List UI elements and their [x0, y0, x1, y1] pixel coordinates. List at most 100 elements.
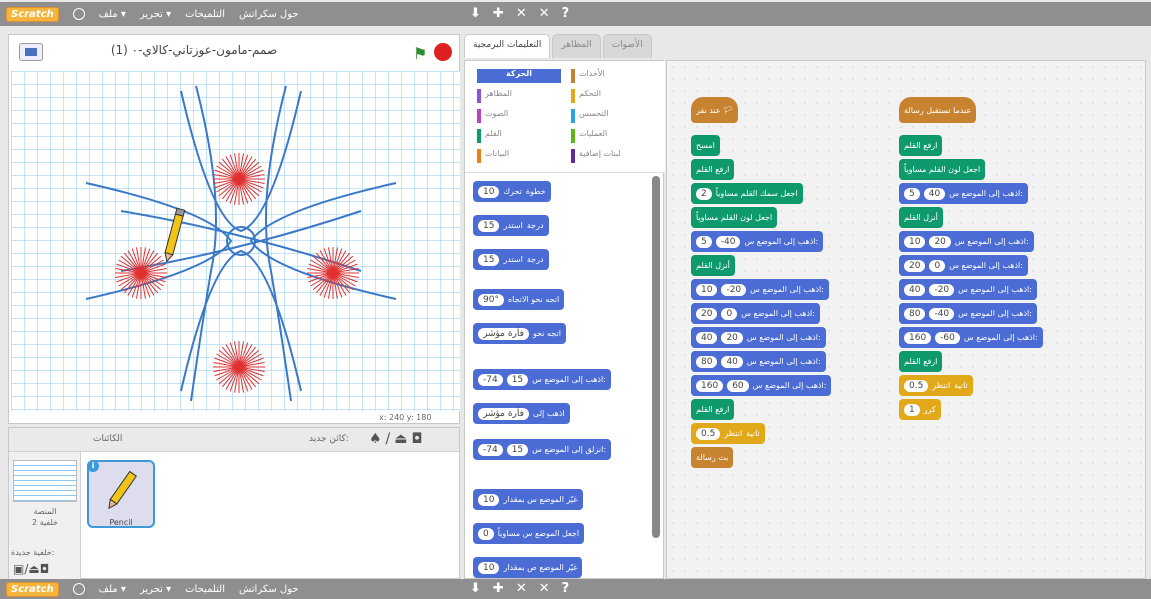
- new-backdrop-icons[interactable]: ▣/⏏◘: [13, 562, 49, 576]
- block-input[interactable]: فأرة مؤشر: [478, 407, 529, 420]
- category-1[interactable]: الحركة: [477, 69, 561, 83]
- category-3[interactable]: المظاهر: [477, 89, 561, 103]
- code-block[interactable]: امسح: [691, 135, 720, 156]
- code-block[interactable]: ارفع القلم: [691, 399, 735, 420]
- fullscreen-button[interactable]: [19, 43, 43, 61]
- code-block[interactable]: 80 40 اذهب إلى الموضع س:: [691, 351, 826, 372]
- code-block[interactable]: 1 كرر: [899, 399, 941, 420]
- code-block[interactable]: 10 -20 اذهب إلى الموضع س:: [691, 279, 829, 300]
- code-block[interactable]: 5 40 اذهب إلى الموضع س:: [899, 183, 1028, 204]
- block-input[interactable]: -20: [721, 283, 747, 296]
- menu-tips[interactable]: التلميحات: [185, 9, 225, 20]
- category-4[interactable]: التحسس: [571, 109, 655, 123]
- code-block[interactable]: 20 0 اذهب إلى الموضع س:: [691, 303, 820, 324]
- tab-sounds[interactable]: الأصوات: [602, 34, 652, 58]
- category-6[interactable]: العمليات: [571, 129, 655, 143]
- block-input[interactable]: 160: [904, 331, 932, 344]
- block-input[interactable]: 40: [923, 187, 946, 200]
- block-input[interactable]: 60: [727, 379, 749, 392]
- menu-edit[interactable]: تحرير ▾: [140, 9, 171, 20]
- code-block[interactable]: ارفع القلم: [899, 351, 943, 372]
- block-input[interactable]: 5: [904, 187, 920, 200]
- block-input[interactable]: 0: [721, 307, 738, 320]
- code-block[interactable]: 160 -60 اذهب إلى الموضع س:: [899, 327, 1043, 348]
- block-input[interactable]: 0: [478, 527, 494, 540]
- block-input[interactable]: 15: [478, 253, 500, 266]
- globe-icon-bottom[interactable]: [72, 583, 85, 595]
- code-block[interactable]: 10 غيّر الموضع س بمقدار: [473, 489, 583, 510]
- block-input[interactable]: -40: [715, 235, 741, 248]
- block-input[interactable]: -74: [478, 443, 503, 456]
- code-block[interactable]: 20 0 اذهب إلى الموضع س:: [899, 255, 1028, 276]
- block-input[interactable]: 0: [929, 259, 946, 272]
- category-2[interactable]: التحكم: [571, 89, 655, 103]
- block-input[interactable]: -74: [478, 373, 503, 386]
- code-block[interactable]: 2 اجعل سمك القلم مساوياً: [691, 183, 803, 204]
- menu-about[interactable]: حول سكراتش: [239, 9, 299, 20]
- block-input[interactable]: 0.5: [904, 379, 929, 392]
- block-input[interactable]: 15: [478, 219, 500, 232]
- code-block[interactable]: اجعل لون القلم مساوياً: [691, 207, 778, 228]
- code-block[interactable]: 160 60 اذهب إلى الموضع س:: [691, 375, 832, 396]
- code-block[interactable]: ارفع القلم: [899, 135, 943, 156]
- shrink-icon[interactable]: ✕: [539, 6, 550, 21]
- block-input[interactable]: 80: [904, 307, 926, 320]
- code-block[interactable]: 10 تحرك خطوة: [473, 181, 551, 202]
- category-0[interactable]: الأحداث: [571, 69, 655, 83]
- menu-file-bottom[interactable]: ملف ▾: [99, 584, 126, 595]
- category-5[interactable]: الصوت: [477, 109, 561, 123]
- block-input[interactable]: 20: [721, 331, 743, 344]
- block-input[interactable]: 40: [721, 355, 743, 368]
- code-block[interactable]: عند نقر 🏳: [691, 97, 739, 123]
- block-input[interactable]: 160: [696, 379, 724, 392]
- cut-icon-bottom[interactable]: ✚: [493, 581, 504, 596]
- block-input[interactable]: 1: [904, 403, 920, 416]
- block-input[interactable]: 40: [696, 331, 718, 344]
- code-block[interactable]: بث رسالة: [691, 447, 734, 468]
- block-input[interactable]: 20: [696, 307, 718, 320]
- code-block[interactable]: عندما تستقبل رسالة: [899, 97, 977, 123]
- block-input[interactable]: 20: [904, 259, 926, 272]
- cut-icon[interactable]: ✚: [493, 6, 504, 21]
- code-block[interactable]: 10 غيّر الموضع ص بمقدار: [473, 557, 583, 578]
- code-block[interactable]: 40 -20 اذهب إلى الموضع س:: [899, 279, 1037, 300]
- code-block[interactable]: أنزل القلم: [691, 255, 735, 276]
- code-block[interactable]: 15 استدر درجة: [473, 215, 549, 236]
- shrink-icon-bottom[interactable]: ✕: [539, 581, 550, 596]
- globe-icon[interactable]: [72, 8, 85, 20]
- code-block[interactable]: -74 15 اذهب إلى الموضع س:: [473, 369, 611, 390]
- duplicate-icon-bottom[interactable]: ⬇: [470, 581, 481, 596]
- block-input[interactable]: فأرة مؤشر: [478, 327, 529, 340]
- code-block[interactable]: 15 استدر درجة: [473, 249, 549, 270]
- sprite-pencil-tile[interactable]: i Pencil: [87, 460, 155, 528]
- new-sprite-icons[interactable]: ♠/⏏◘: [369, 431, 427, 447]
- grow-icon-bottom[interactable]: ✕: [516, 581, 527, 596]
- block-input[interactable]: 15: [506, 443, 529, 456]
- block-input[interactable]: 10: [478, 561, 500, 574]
- block-input[interactable]: -60: [935, 331, 960, 344]
- project-title[interactable]: (1) صمم-مامون-عوزتاني-كالاي-٠: [69, 43, 319, 57]
- code-block[interactable]: أنزل القلم: [899, 207, 943, 228]
- scratch-logo[interactable]: Scratch: [6, 6, 59, 22]
- code-block[interactable]: 0.5 انتظر ثانية: [691, 423, 765, 444]
- green-flag-icon[interactable]: ⚑: [413, 44, 427, 63]
- block-input[interactable]: 10: [478, 493, 500, 506]
- duplicate-icon[interactable]: ⬇: [470, 6, 481, 21]
- block-input[interactable]: 40: [904, 283, 926, 296]
- code-block[interactable]: اجعل لون القلم مساوياً: [899, 159, 986, 180]
- category-7[interactable]: القلم: [477, 129, 561, 143]
- block-input[interactable]: 0.5: [696, 427, 721, 440]
- block-input[interactable]: 20: [929, 235, 951, 248]
- stage-thumbnail[interactable]: المنصة خلفية 2 خلفية جديدة: ▣/⏏◘: [9, 452, 81, 580]
- code-block[interactable]: 40 20 اذهب إلى الموضع س:: [691, 327, 826, 348]
- block-input[interactable]: 15: [506, 373, 529, 386]
- category-8[interactable]: لبنات إضافية: [571, 149, 655, 163]
- block-input[interactable]: 10: [478, 185, 500, 198]
- help-icon[interactable]: ?: [562, 6, 570, 21]
- code-block[interactable]: 90° اتجه نحو الاتجاه: [473, 289, 565, 310]
- stop-button[interactable]: [434, 43, 452, 61]
- code-block[interactable]: فأرة مؤشر اذهب إلى: [473, 403, 570, 424]
- code-block[interactable]: 5 -40 اذهب إلى الموضع س:: [691, 231, 824, 252]
- block-input[interactable]: 10: [904, 235, 926, 248]
- tab-scripts[interactable]: التعليمات البرمجية: [464, 34, 551, 58]
